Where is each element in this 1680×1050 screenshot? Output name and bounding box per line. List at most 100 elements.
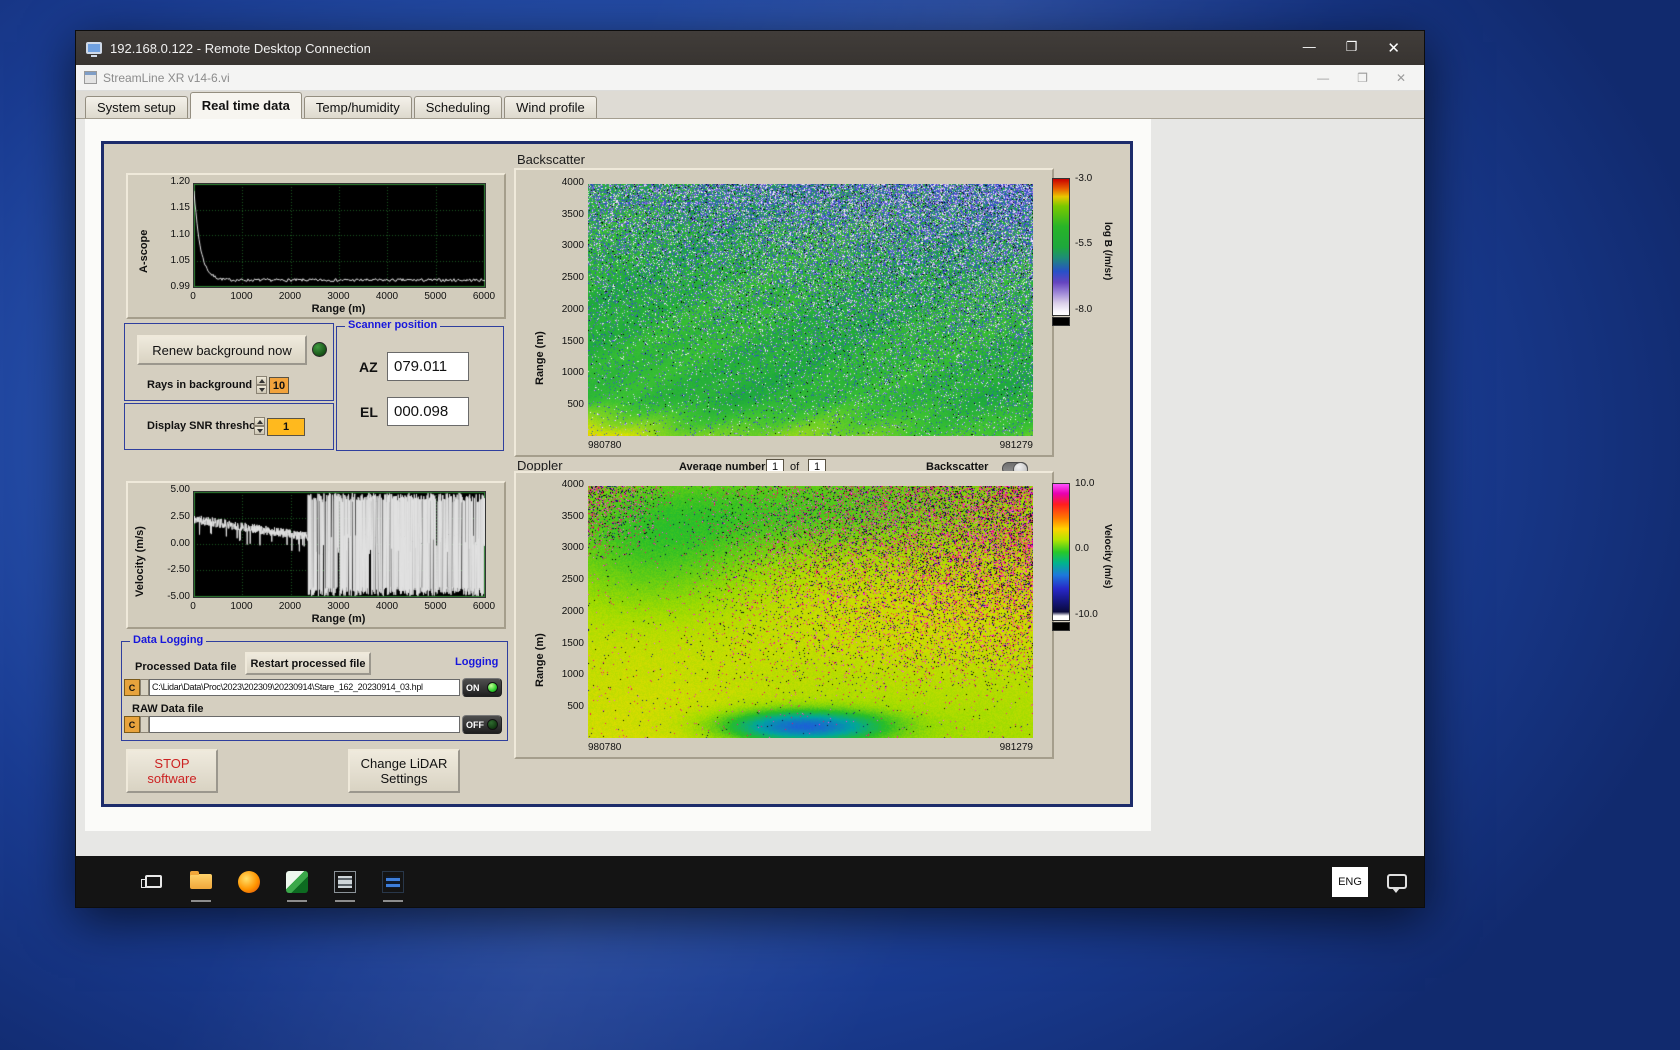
app-maximize-button[interactable]: ❐ [1357,71,1368,85]
a-scope-xticks: 0 1000 2000 3000 4000 5000 6000 [190,291,495,303]
tick-label: 5.00 [170,484,190,495]
tick-label: 6000 [472,291,496,302]
snr-threshold-group: Display SNR threshold 1 [124,403,334,450]
rays-spinner[interactable] [256,376,267,394]
app-titlebar[interactable]: StreamLine XR v14-6.vi — ❐ ✕ [76,65,1424,91]
app-close-button[interactable]: ✕ [1396,71,1406,85]
tick-label: 2000 [561,303,584,315]
backscatter-colorbar-gradient [1052,178,1070,316]
az-value-box[interactable]: 079.011 [387,352,469,381]
tick-label: 1.05 [170,254,190,266]
raw-path-drive-box[interactable]: C [124,716,140,733]
tick-label: 1500 [561,335,584,347]
colorbar-tick: 0.0 [1075,543,1089,554]
stop-software-button[interactable]: STOP software [126,749,218,793]
tick-label: 4000 [561,177,584,188]
notification-chat-icon[interactable] [1384,869,1410,895]
app-window-title: StreamLine XR v14-6.vi [103,70,230,85]
a-scope-plot-canvas [194,184,485,287]
tab-real-time-data[interactable]: Real time data [189,92,302,119]
tick-label: 1.20 [170,176,190,187]
task-view-icon[interactable] [140,869,166,895]
tick-label: 2500 [561,574,584,586]
tick-label: 5000 [424,601,447,612]
el-value-box[interactable]: 000.098 [387,397,469,426]
rdp-maximize-button[interactable]: ❐ [1346,39,1358,57]
processed-data-file-label: Processed Data file [135,661,237,673]
logging-label: Logging [455,656,499,668]
rdp-close-button[interactable]: ✕ [1387,39,1400,57]
processed-path-drive-box[interactable]: C [124,679,140,696]
a-scope-plot-area [193,183,486,288]
restart-processed-file-button[interactable]: Restart processed file [245,652,371,675]
backscatter-title: Backscatter [517,152,585,167]
tick-label: 1.15 [170,202,190,214]
tick-label: 2.50 [170,510,190,522]
processed-path-browse-icon[interactable] [140,679,149,696]
tick-label: 0.99 [170,281,190,292]
app-icon-blue[interactable] [380,869,406,902]
processed-logging-toggle[interactable]: ON [462,678,502,697]
rdp-titlebar[interactable]: 192.168.0.122 - Remote Desktop Connectio… [76,31,1424,65]
file-explorer-icon[interactable] [188,869,214,902]
a-scope-xlabel: Range (m) [311,303,366,315]
backscatter-colorbar-label: log B (/m/sr) [1102,221,1113,281]
rays-value-box[interactable]: 10 [269,377,289,394]
velocity-axis-label: Velocity (m/s) [134,526,146,597]
rdp-minimize-button[interactable]: — [1303,39,1316,57]
tick-label: 0.00 [170,537,190,549]
tick-label: 3500 [561,208,584,220]
tick-label: -5.00 [167,591,190,602]
app-minimize-button[interactable]: — [1317,71,1329,85]
velocity-plot-frame: Velocity (m/s) 5.00 2.50 0.00 -2.50 -5.00 0 1… [126,481,506,629]
backscatter-xmin-label: 980780 [588,440,622,451]
firefox-icon[interactable] [236,869,262,895]
colorbar-tick: -5.5 [1075,238,1093,249]
tick-label: 1000 [561,669,584,681]
raw-data-file-label: RAW Data file [132,703,204,715]
background-group: Renew background now Rays in background … [124,323,334,401]
app-icon-green[interactable] [284,869,310,902]
tab-temp-humidity[interactable]: Temp/humidity [303,96,412,118]
doppler-colorbar: 10.0 0.0 -10.0 Velocity (m/s) [1052,478,1142,641]
velocity-xticks: 0 1000 2000 3000 4000 5000 6000 [190,601,495,613]
colorbar-tick: -10.0 [1075,609,1098,620]
colorbar-tick: -8.0 [1075,304,1093,315]
tick-label: 2500 [561,272,584,284]
front-panel-area: A-scope 1.20 1.15 1.10 1.05 0.99 0 1000 2000 30… [76,119,1424,856]
raw-path-browse-icon[interactable] [140,716,149,733]
renew-background-led [312,342,327,357]
backscatter-colorbar: -3.0 -5.5 -8.0 log B (/m/sr) [1052,173,1142,336]
tick-label: 2000 [278,291,302,302]
tick-label: 500 [567,398,584,410]
taskbar: ENG [76,856,1424,907]
tab-bar: System setup Real time data Temp/humidit… [76,91,1424,119]
backscatter-heatmap-canvas [588,184,1033,436]
scanner-position-title: Scanner position [345,319,441,331]
a-scope-axis-label: A-scope [138,229,150,273]
rdp-window: 192.168.0.122 - Remote Desktop Connectio… [75,30,1425,908]
renew-background-button[interactable]: Renew background now [137,335,307,365]
rdp-window-title: 192.168.0.122 - Remote Desktop Connectio… [110,40,371,56]
a-scope-plot-frame: A-scope 1.20 1.15 1.10 1.05 0.99 0 1000 2000 30… [126,173,506,319]
scan-scheduler-icon[interactable] [332,869,358,902]
colorbar-tick: 10.0 [1075,478,1095,489]
raw-logging-toggle[interactable]: OFF [462,715,502,734]
doppler-xmin-label: 980780 [588,742,622,753]
tab-scheduling[interactable]: Scheduling [413,96,503,118]
tab-system-setup[interactable]: System setup [85,96,188,118]
velocity-xlabel: Range (m) [311,613,366,625]
processed-path-field[interactable]: C:\Lidar\Data\Proc\2023\202309\20230914\… [149,679,460,696]
snr-spinner[interactable] [254,417,265,435]
tick-label: 3000 [561,542,584,554]
tab-wind-profile[interactable]: Wind profile [504,96,597,118]
data-logging-group: Data Logging Processed Data file Restart… [121,634,508,741]
logging-on-led [487,682,498,693]
backscatter-plot-frame: Range (m) 4000 3500 3000 2500 2000 1500 1000 50… [514,168,1054,457]
raw-path-field[interactable] [149,716,460,733]
tick-label: 500 [567,700,584,712]
snr-value-box[interactable]: 1 [267,418,305,436]
language-indicator[interactable]: ENG [1332,866,1368,897]
tick-label: 5000 [424,291,447,302]
change-lidar-settings-button[interactable]: Change LiDAR Settings [348,749,460,793]
